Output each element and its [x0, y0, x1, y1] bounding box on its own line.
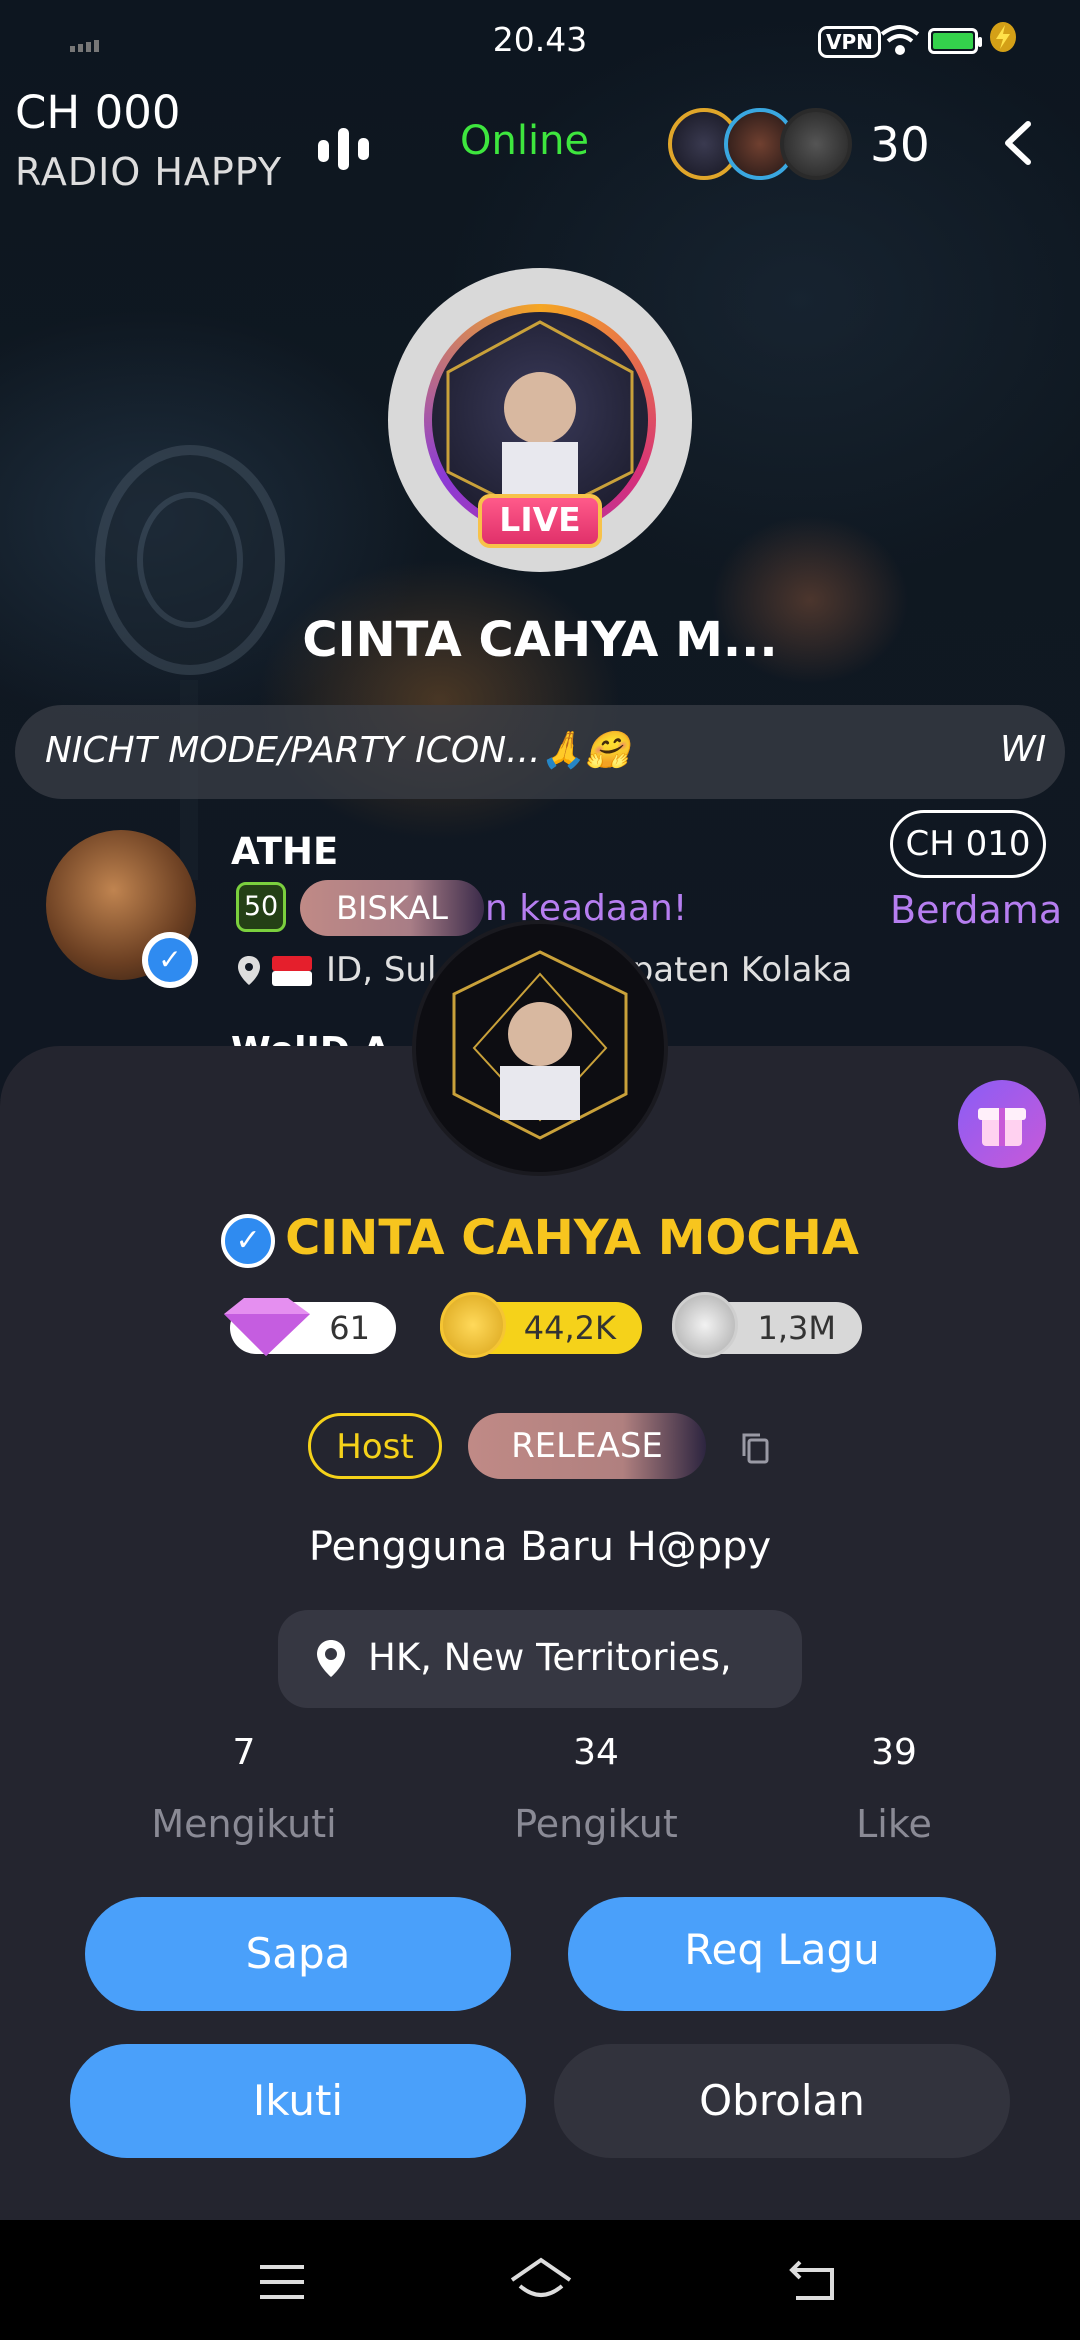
level-badge: 50 — [236, 882, 286, 932]
back-icon[interactable] — [1000, 118, 1036, 168]
request-song-button[interactable]: Req Lagu — [568, 1897, 996, 2011]
charging-icon — [990, 22, 1016, 52]
marquee-text: NICHT MODE/PARTY ICON...🙏🤗 — [45, 730, 631, 771]
profile-location-text: HK, New Territories, — [368, 1636, 732, 1679]
gold-coin-icon — [440, 1292, 506, 1358]
wifi-icon — [880, 25, 920, 55]
home-icon[interactable] — [508, 2256, 574, 2306]
diamond-icon — [224, 1298, 310, 1356]
channel-number: CH 000 — [15, 86, 181, 139]
profile-name-row: ✓ CINTA CAHYA MOCHA — [0, 1210, 1080, 1268]
silver-coin-icon — [672, 1292, 738, 1358]
status-bar: 20.43 VPN — [0, 0, 1080, 80]
gift-icon[interactable] — [958, 1080, 1046, 1168]
radio-name: RADIO HAPPY — [15, 150, 283, 194]
listener-row-name: ATHE — [231, 830, 339, 873]
indonesia-flag-icon — [272, 956, 312, 986]
greet-button[interactable]: Sapa — [85, 1897, 511, 2011]
silver-value: 1,3M — [757, 1309, 837, 1347]
profile-name: CINTA CAHYA MOCHA — [285, 1210, 859, 1266]
diamond-value: 61 — [329, 1309, 370, 1347]
location-pin-icon — [238, 956, 260, 985]
online-status: Online — [460, 118, 590, 164]
marquee-text-repeat: WI — [1000, 729, 1047, 770]
followers-count[interactable]: 34 — [446, 1732, 746, 1773]
profile-location: HK, New Territories, — [278, 1610, 802, 1708]
profile-avatar[interactable] — [412, 920, 668, 1176]
likes-count[interactable]: 39 — [744, 1732, 1044, 1773]
battery-icon — [928, 28, 982, 54]
host-name: CINTA CAHYA M... — [302, 612, 778, 668]
announcement-marquee: NICHT MODE/PARTY ICON...🙏🤗 WI — [15, 705, 1065, 799]
back-nav-icon[interactable] — [786, 2260, 838, 2304]
listener-count[interactable]: 30 — [870, 118, 930, 173]
listener-avatar[interactable] — [780, 108, 852, 180]
copy-icon[interactable] — [740, 1432, 770, 1464]
role-tag: Host — [308, 1413, 442, 1479]
menu-icon[interactable] — [258, 2262, 306, 2302]
coin-value: 44,2K — [523, 1309, 616, 1347]
channel-badge[interactable]: CH 010 — [890, 810, 1046, 878]
chat-button[interactable]: Obrolan — [554, 2044, 1010, 2158]
location-pin-icon — [317, 1640, 345, 1677]
following-label: Mengikuti — [151, 1802, 337, 1846]
profile-bio: Pengguna Baru H@ppy — [308, 1524, 772, 1570]
follow-button[interactable]: Ikuti — [70, 2044, 526, 2158]
verified-icon: ✓ — [142, 932, 198, 988]
live-badge: LIVE — [478, 494, 602, 548]
likes-label: Like — [856, 1802, 932, 1846]
verified-icon: ✓ — [221, 1214, 276, 1268]
profile-photo — [452, 950, 628, 1140]
listener-message-2: Berdama — [890, 888, 1063, 932]
navigation-bar — [0, 2220, 1080, 2340]
following-count[interactable]: 7 — [94, 1732, 394, 1773]
followers-label: Pengikut — [514, 1802, 678, 1846]
audio-equalizer-icon — [318, 128, 369, 170]
release-tag: RELEASE — [468, 1413, 706, 1479]
vpn-icon: VPN — [818, 26, 881, 58]
